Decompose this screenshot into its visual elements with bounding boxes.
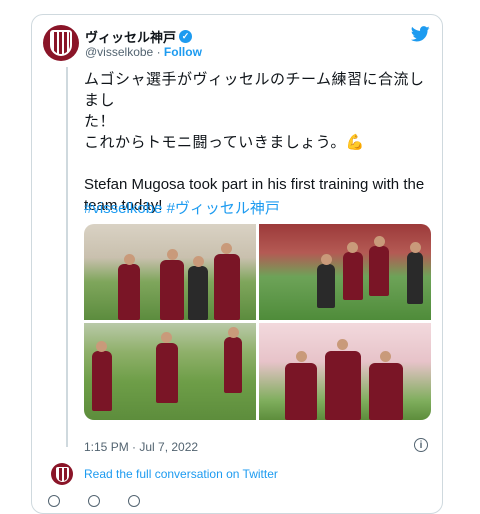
hashtag-link[interactable]: #visselkobe [84,200,162,217]
hashtags: #visselkobe #ヴィッセル神戸 [84,197,280,218]
club-crest-icon [50,30,72,56]
author-name-row[interactable]: ヴィッセル神戸 ✓ [85,27,193,46]
heart-icon [48,495,60,507]
reply-icon [88,495,100,507]
thread-line [66,67,68,447]
club-crest-icon [55,466,69,482]
conversation-avatar[interactable] [51,463,73,485]
share-button[interactable] [128,495,140,507]
media-photo-2[interactable] [259,224,431,320]
tweet-text-jp-line1: ムゴシャ選手がヴィッセルのチーム練習に合流しまし [84,71,425,109]
action-bar [48,495,140,507]
like-button[interactable] [48,495,60,507]
hashtag-link[interactable]: #ヴィッセル神戸 [167,200,280,217]
tweet-card: ヴィッセル神戸 ✓ @visselkobe · Follow ムゴシャ選手がヴィ… [31,14,443,514]
verified-badge-icon: ✓ [179,30,193,43]
follow-button[interactable]: Follow [164,45,202,59]
media-photo-4[interactable] [259,323,431,420]
author-handle[interactable]: @visselkobe [85,45,153,59]
share-icon [128,495,140,507]
author-avatar[interactable] [43,25,79,61]
media-grid[interactable] [84,224,431,420]
info-icon[interactable]: i [414,438,428,452]
author-name[interactable]: ヴィッセル神戸 [85,27,176,46]
author-handle-row: @visselkobe · Follow [85,45,202,59]
reply-button[interactable] [88,495,100,507]
tweet-text-jp-line3: これからトモニ闘っていきましょう。💪 [84,134,366,151]
tweet-text: ムゴシャ選手がヴィッセルのチーム練習に合流しまし た！ これからトモニ闘っていき… [84,69,434,216]
media-photo-3[interactable] [84,323,256,420]
tweet-timestamp[interactable]: 1:15 PM · Jul 7, 2022 [84,440,198,454]
separator: · [156,45,161,59]
tweet-text-jp-line2: た！ [84,113,116,130]
media-photo-1[interactable] [84,224,256,320]
twitter-bird-icon[interactable] [411,26,430,42]
read-conversation-link[interactable]: Read the full conversation on Twitter [84,467,278,481]
